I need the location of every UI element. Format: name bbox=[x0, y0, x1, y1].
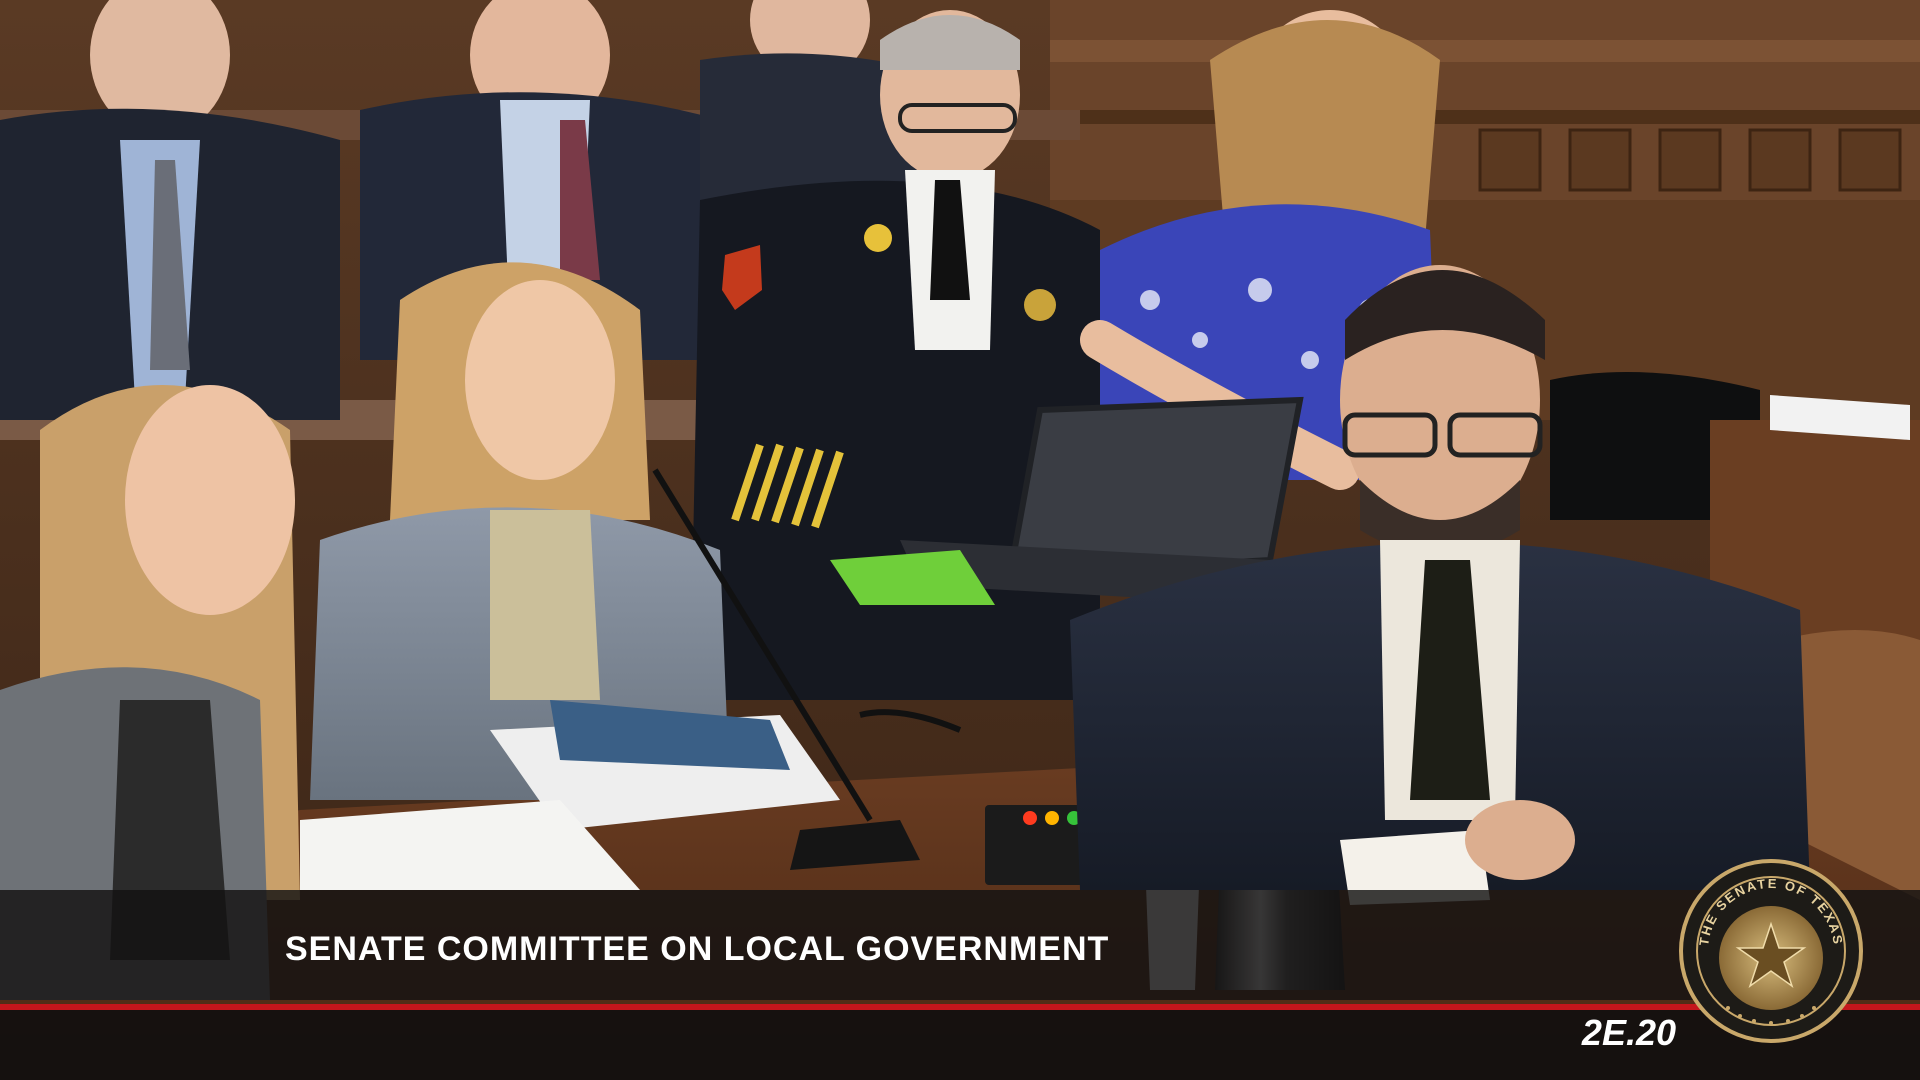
senate-seal-logo: THE SENATE OF TEXAS bbox=[1679, 859, 1863, 1043]
bill-code-label: 2E.20 bbox=[1581, 1012, 1676, 1053]
video-frame: SENATE COMMITTEE ON LOCAL GOVERNMENT 2E.… bbox=[0, 0, 1920, 1080]
caption-title: SENATE COMMITTEE ON LOCAL GOVERNMENT bbox=[285, 930, 1110, 968]
